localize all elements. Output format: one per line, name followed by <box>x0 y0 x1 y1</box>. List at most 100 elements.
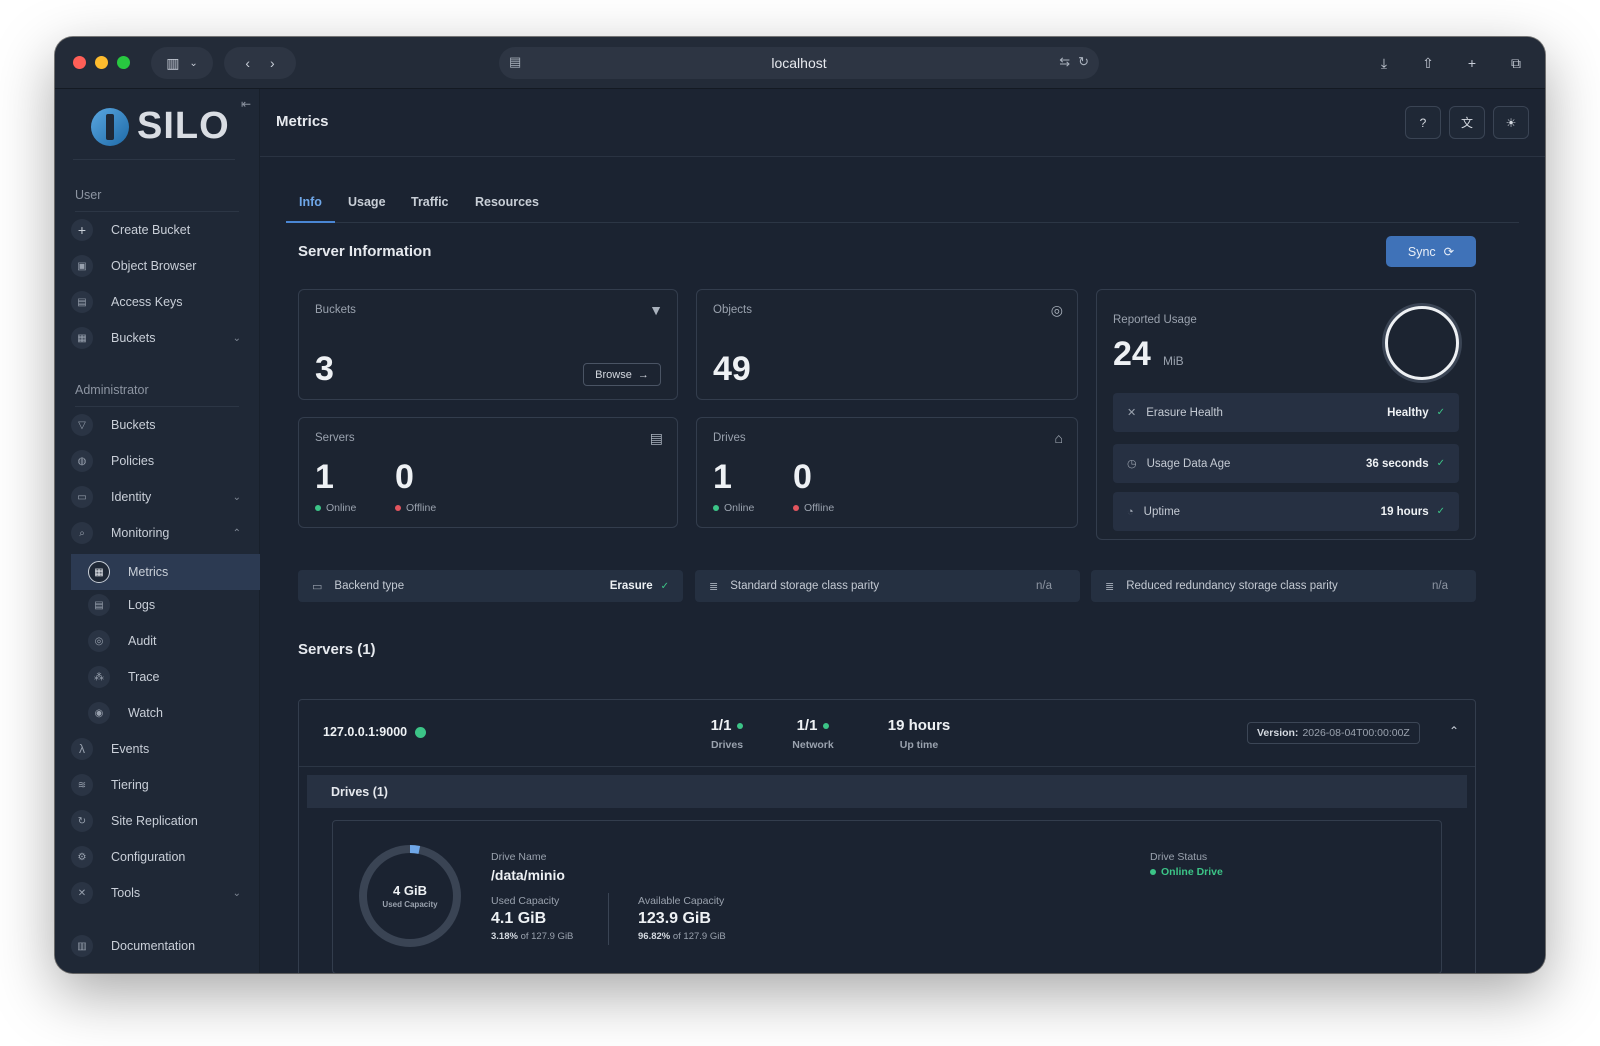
sidebar-icon: ▥ <box>166 54 180 71</box>
sync-button[interactable]: Sync ⟳ <box>1386 236 1476 267</box>
check-icon: ✓ <box>1436 458 1445 469</box>
sidebar-item-policies[interactable]: ◍ Policies <box>71 446 243 476</box>
sidebar-item-label: Site Replication <box>111 814 198 828</box>
offline-status: Offline <box>395 502 436 514</box>
download-icon[interactable]: ⤓ <box>1369 47 1399 79</box>
sidebar-item-configuration[interactable]: ⚙ Configuration <box>71 842 243 872</box>
clock-icon: ◷ <box>1127 458 1137 470</box>
available-capacity-detail: 96.82% of 127.9 GiB <box>638 931 726 942</box>
language-button[interactable]: 文 <box>1449 106 1485 139</box>
browser-sidebar-toggle[interactable]: ▥ ⌄ <box>151 47 213 79</box>
metrics-icon: ▦ <box>88 561 110 583</box>
theme-toggle-button[interactable]: ☀ <box>1493 106 1529 139</box>
divider <box>299 766 1475 767</box>
logo-text: SILO <box>137 105 230 147</box>
translate-icon[interactable]: ⇆ <box>1059 54 1070 70</box>
version-badge: Version: 2026-08-04T00:00:00Z <box>1247 722 1420 744</box>
tab-info[interactable]: Info <box>286 191 335 223</box>
backend-type-strip: ▭ Backend type Erasure ✓ <box>298 570 683 602</box>
sidebar-item-label: Documentation <box>111 939 196 953</box>
card-label: Objects <box>713 304 752 316</box>
monitoring-icon: ⌕ <box>71 522 93 544</box>
collapse-sidebar-icon[interactable]: ⇤ <box>241 97 251 111</box>
drives-online-count: 1 <box>713 458 732 496</box>
server-address[interactable]: 127.0.0.1:9000 <box>323 725 427 739</box>
sidebar-item-documentation[interactable]: ▥ Documentation <box>71 931 243 961</box>
buckets-card: Buckets ▼ 3 Browse → <box>298 289 678 400</box>
sidebar-item-label: Trace <box>128 670 160 684</box>
backend-type-label: Backend type <box>334 580 405 592</box>
sidebar-item-create-bucket[interactable]: + Create Bucket <box>71 215 243 245</box>
uptime-metric-label: Up time <box>899 739 939 751</box>
sidebar-item-label: Events <box>111 742 150 756</box>
sidebar-item-object-browser[interactable]: ▣ Object Browser <box>71 251 243 281</box>
maximize-window-button[interactable] <box>117 56 130 69</box>
minimize-window-button[interactable] <box>95 56 108 69</box>
erasure-health-icon: ✕ <box>1127 407 1137 419</box>
sidebar-item-trace[interactable]: ⁂ Trace <box>88 662 243 692</box>
standard-parity-strip: ≣ Standard storage class parity n/a <box>695 570 1080 602</box>
sidebar-item-tiering[interactable]: ≋ Tiering <box>71 770 243 800</box>
close-window-button[interactable] <box>73 56 86 69</box>
card-label: Drives <box>713 432 746 444</box>
server-icon: ▤ <box>649 430 663 446</box>
usage-data-age-row: ◷ Usage Data Age 36 seconds ✓ <box>1113 444 1459 483</box>
replication-icon: ↻ <box>71 810 93 832</box>
sidebar-item-monitoring[interactable]: ⌕ Monitoring ⌃ <box>71 518 243 548</box>
sidebar-item-identity[interactable]: ▭ Identity ⌄ <box>71 482 243 512</box>
drive-status-value: Online Drive <box>1150 866 1223 878</box>
section-label-user: User <box>75 188 102 202</box>
sidebar-item-admin-buckets[interactable]: ▽ Buckets <box>71 410 243 440</box>
chevron-down-icon: ⌄ <box>232 332 241 344</box>
used-capacity-detail: 3.18% of 127.9 GiB <box>491 931 574 942</box>
check-icon: ✓ <box>1436 407 1445 418</box>
tab-resources[interactable]: Resources <box>462 191 552 223</box>
drives-card: Drives ⌂ 1 Online 0 Offline <box>696 417 1078 528</box>
lambda-icon: λ <box>71 738 93 760</box>
online-dot <box>823 722 830 729</box>
sidebar-item-access-keys[interactable]: ▤ Access Keys <box>71 287 243 317</box>
chevron-down-icon: ⌄ <box>232 491 241 503</box>
tab-usage[interactable]: Usage <box>335 191 399 223</box>
reload-icon[interactable]: ↻ <box>1078 54 1089 70</box>
timer-icon: ◔ <box>1127 505 1134 518</box>
forward-icon[interactable]: › <box>270 55 275 71</box>
sidebar-item-label: Audit <box>128 634 157 648</box>
sidebar-item-audit[interactable]: ◎ Audit <box>88 626 243 656</box>
sidebar-item-label: Metrics <box>128 565 169 579</box>
sidebar-item-user-buckets[interactable]: ▦ Buckets ⌄ <box>71 323 243 353</box>
browse-button[interactable]: Browse → <box>583 363 661 386</box>
sidebar-item-logs[interactable]: ▤ Logs <box>88 590 243 620</box>
new-tab-icon[interactable]: + <box>1457 47 1487 79</box>
offline-status: Offline <box>793 502 834 514</box>
sidebar-item-metrics[interactable]: ▦ Metrics <box>71 554 260 590</box>
sidebar-item-watch[interactable]: ◉ Watch <box>88 698 243 728</box>
used-capacity-value: 4.1 GiB <box>491 910 547 927</box>
server-uptime-metric: 19 hours Up time <box>874 717 964 751</box>
tabs-overview-icon[interactable]: ⧉ <box>1501 47 1531 79</box>
sidebar-item-label: Access Keys <box>111 295 183 309</box>
network-metric-value: 1/1 <box>796 717 818 734</box>
chevron-down-icon: ⌄ <box>189 57 198 69</box>
tab-traffic[interactable]: Traffic <box>398 191 462 223</box>
metrics-tabs: Info Usage Traffic Resources <box>286 191 1519 223</box>
sidebar-item-events[interactable]: λ Events <box>71 734 243 764</box>
backend-icon: ▭ <box>312 580 323 593</box>
server-information-title: Server Information <box>298 243 432 260</box>
back-icon[interactable]: ‹ <box>245 55 250 71</box>
objects-icon: ◎ <box>1050 302 1063 318</box>
share-icon[interactable]: ⇧ <box>1413 47 1443 79</box>
documentation-icon: ▥ <box>71 935 93 957</box>
address-bar[interactable]: ▤ localhost ⇆ ↻ <box>499 47 1099 79</box>
online-dot <box>713 505 719 511</box>
page-settings-icon[interactable]: ▤ <box>509 54 521 70</box>
usage-data-age-label: Usage Data Age <box>1146 457 1231 470</box>
reported-usage-value: 24 <box>1113 335 1151 373</box>
sidebar-item-label: Identity <box>111 490 152 504</box>
drive-status-label: Drive Status <box>1150 851 1208 863</box>
collapse-server-icon[interactable]: ⌃ <box>1449 724 1459 738</box>
sidebar-item-tools[interactable]: ✕ Tools ⌄ <box>71 878 243 908</box>
help-button[interactable]: ? <box>1405 106 1441 139</box>
sidebar-item-site-replication[interactable]: ↻ Site Replication <box>71 806 243 836</box>
divider <box>75 406 239 407</box>
